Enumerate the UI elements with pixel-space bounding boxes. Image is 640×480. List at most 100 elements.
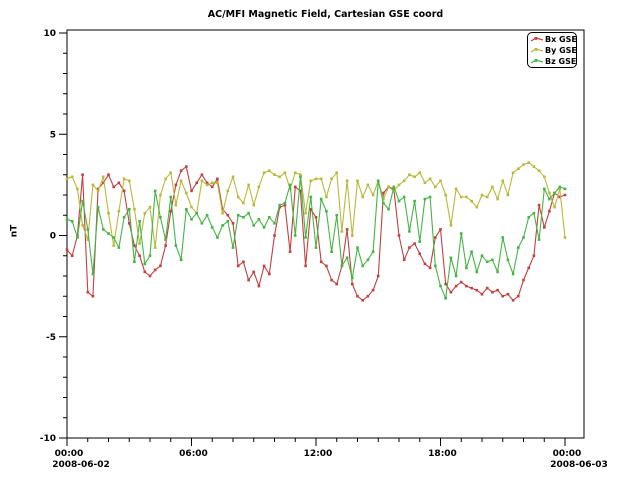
- series-bx-gse-marker: [351, 283, 354, 286]
- series-by-gse-marker: [361, 196, 364, 199]
- series-bx-gse-marker: [330, 279, 333, 282]
- series-by-gse-marker: [372, 194, 375, 197]
- x-date-label: 2008-06-02: [52, 460, 110, 470]
- series-bz-gse-marker: [512, 273, 515, 276]
- series-bx-gse-marker: [242, 261, 245, 264]
- series-bx-gse-marker: [533, 254, 536, 257]
- series-by-gse-marker: [310, 180, 313, 183]
- series-bz-gse-marker: [211, 226, 214, 229]
- series-bz-gse-marker: [76, 236, 79, 239]
- series-bx-gse-marker: [496, 289, 499, 292]
- series-bx-gse-marker: [486, 287, 489, 290]
- series-bz-gse-marker: [71, 220, 74, 223]
- series-bx-gse-marker: [201, 173, 204, 176]
- series-bz-gse-marker: [169, 196, 172, 199]
- series-bz-gse-marker: [144, 263, 147, 266]
- series-bz-gse-marker: [107, 232, 110, 235]
- series-bx-gse-marker: [294, 186, 297, 189]
- series-by-gse-marker: [517, 167, 520, 170]
- series-bx-gse-marker: [138, 254, 141, 257]
- series-by-gse-marker: [133, 208, 136, 211]
- series-by-gse-marker: [175, 204, 178, 207]
- y-tick-label: 10: [43, 29, 56, 39]
- series-bz-gse-marker: [413, 200, 416, 203]
- series-bz-gse-marker: [118, 246, 121, 249]
- series-bx-gse-marker: [434, 236, 437, 239]
- series-bz-gse-marker: [237, 214, 240, 217]
- series-bz-gse-marker: [491, 259, 494, 262]
- series-bx-gse-marker: [112, 186, 115, 189]
- series-bx-gse-marker: [439, 228, 442, 231]
- series-bx-gse-marker: [175, 184, 178, 187]
- series-bx-gse-marker: [460, 281, 463, 284]
- series-by-gse-marker: [242, 202, 245, 205]
- series-bz-gse-marker: [496, 271, 499, 274]
- series-bx-gse-marker: [527, 267, 530, 270]
- series-bx-gse-marker: [512, 299, 515, 302]
- series-bx-gse-marker: [465, 285, 468, 288]
- series-by-gse-marker: [185, 192, 188, 195]
- series-bx-gse-marker: [164, 244, 167, 247]
- series-bz-gse-marker: [149, 254, 152, 257]
- series-bz-gse-marker: [548, 198, 551, 201]
- series-by-gse-marker: [522, 163, 525, 166]
- series-bz-gse-marker: [247, 212, 250, 215]
- series-bx-gse-marker: [149, 275, 152, 278]
- series-bz-gse-marker: [97, 206, 100, 209]
- series-bz-gse-marker: [501, 236, 504, 239]
- bx-line-sample-icon: [530, 35, 544, 44]
- series-bx-gse-marker: [450, 291, 453, 294]
- series-by-gse-marker: [284, 171, 287, 174]
- series-bz-gse-marker: [372, 250, 375, 253]
- legend-item-bx: Bx GSE: [530, 34, 576, 45]
- series-bx-gse-marker: [154, 269, 157, 272]
- series-by-gse-marker: [128, 180, 131, 183]
- series-by-gse-marker: [496, 198, 499, 201]
- series-bz-gse-marker: [527, 216, 530, 219]
- legend-item-bz: Bz GSE: [530, 56, 576, 67]
- series-by-gse-marker: [107, 212, 110, 215]
- x-tick-label: 06:00: [179, 449, 208, 459]
- series-bz-gse-marker: [299, 176, 302, 179]
- series-bz-gse-marker: [387, 208, 390, 211]
- series-bz-gse-marker: [206, 214, 209, 217]
- series-bz-gse-marker: [486, 261, 489, 264]
- series-bz-gse-marker: [221, 224, 224, 227]
- series-bz-gse-marker: [258, 218, 261, 221]
- series-bx-gse-marker: [180, 169, 183, 172]
- series-bz-gse-marker: [553, 192, 556, 195]
- series-bx-gse-marker: [320, 261, 323, 264]
- series-bx-gse-marker: [548, 210, 551, 213]
- x-tick-label: 12:00: [304, 449, 333, 459]
- series-by-gse-marker: [408, 173, 411, 176]
- series-bz-gse-marker: [159, 216, 162, 219]
- legend-item-by: By GSE: [530, 45, 576, 56]
- series-bx-gse-marker: [263, 265, 266, 268]
- series-by-gse-marker: [138, 242, 141, 245]
- series-bx-gse-marker: [159, 265, 162, 268]
- x-tick-label: 00:00: [55, 449, 84, 459]
- series-bx-gse-marker: [476, 289, 479, 292]
- series-bx-gse-marker: [517, 295, 520, 298]
- series-by-gse-marker: [367, 184, 370, 187]
- series-bz-gse-marker: [252, 224, 255, 227]
- series-bx-gse-marker: [501, 295, 504, 298]
- series-by-gse-marker: [455, 188, 458, 191]
- series-by-gse-marker: [429, 178, 432, 181]
- bz-line-sample-icon: [530, 57, 544, 66]
- series-bx-gse-marker: [216, 178, 219, 181]
- series-by-gse-marker: [413, 176, 416, 179]
- x-tick-label: 00:00: [553, 449, 582, 459]
- series-bx-gse-marker: [335, 283, 338, 286]
- series-by-gse-marker: [211, 182, 214, 185]
- series-by-gse-marker: [216, 182, 219, 185]
- series-by-gse-marker: [164, 178, 167, 181]
- series-by-gse-marker: [190, 206, 193, 209]
- series-by-gse-marker: [221, 212, 224, 215]
- series-bz-gse-marker: [434, 265, 437, 268]
- series-bz-gse-marker: [455, 275, 458, 278]
- series-bx-gse-marker: [403, 259, 406, 262]
- series-by-gse-marker: [159, 194, 162, 197]
- series-bz-gse-marker: [227, 220, 230, 223]
- series-by-gse-marker: [434, 186, 437, 189]
